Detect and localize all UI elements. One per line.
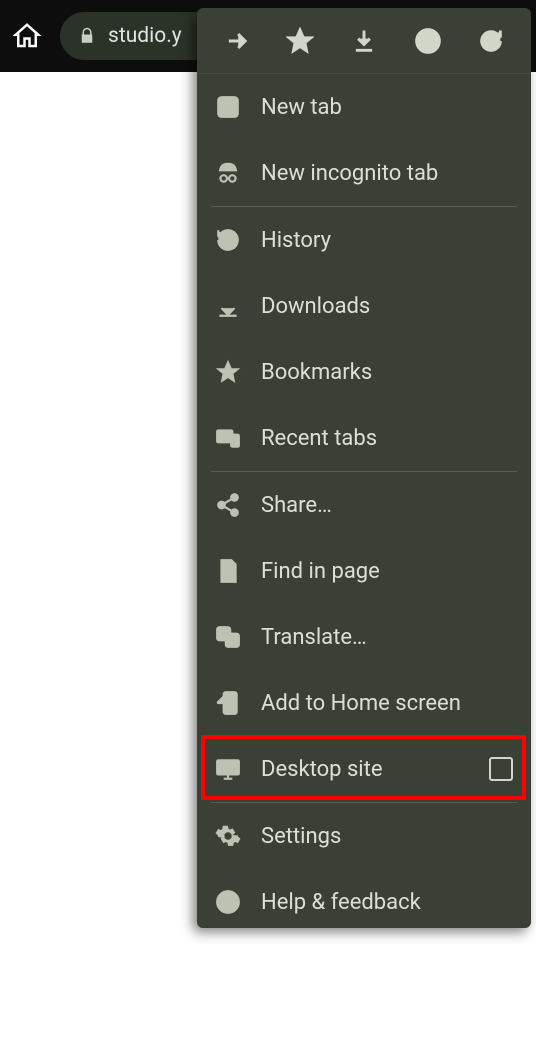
menu-item-new-tab[interactable]: New tab: [197, 74, 531, 140]
menu-item-share[interactable]: Share…: [197, 472, 531, 538]
svg-text:G: G: [220, 630, 226, 640]
menu-label: New tab: [261, 95, 342, 120]
menu-item-translate[interactable]: G Translate…: [197, 604, 531, 670]
download-button[interactable]: [347, 24, 381, 58]
menu-item-help[interactable]: Help & feedback: [197, 869, 531, 928]
menu-label: New incognito tab: [261, 161, 438, 186]
menu-item-recent-tabs[interactable]: Recent tabs: [197, 405, 531, 471]
bookmark-star-button[interactable]: [283, 24, 317, 58]
menu-label: Help & feedback: [261, 890, 421, 915]
menu-label: Recent tabs: [261, 426, 377, 451]
menu-label: Translate…: [261, 625, 367, 650]
share-icon: [215, 492, 241, 518]
gear-icon: [215, 823, 241, 849]
forward-button[interactable]: [220, 24, 254, 58]
menu-label: Add to Home screen: [261, 691, 461, 716]
menu-item-downloads[interactable]: Downloads: [197, 273, 531, 339]
incognito-icon: [215, 160, 241, 186]
menu-toolbar: [197, 8, 531, 74]
reload-button[interactable]: [474, 24, 508, 58]
menu-item-history[interactable]: History: [197, 207, 531, 273]
add-to-home-icon: [215, 690, 241, 716]
help-icon: [215, 889, 241, 915]
lock-icon: [78, 27, 96, 45]
downloads-icon: [215, 293, 241, 319]
menu-label: Desktop site: [261, 757, 383, 782]
menu-item-bookmarks[interactable]: Bookmarks: [197, 339, 531, 405]
menu-label: Downloads: [261, 294, 370, 319]
history-icon: [215, 227, 241, 253]
translate-icon: G: [215, 624, 241, 650]
menu-item-find-in-page[interactable]: Find in page: [197, 538, 531, 604]
find-in-page-icon: [215, 558, 241, 584]
info-button[interactable]: [411, 24, 445, 58]
menu-item-settings[interactable]: Settings: [197, 803, 531, 869]
star-filled-icon: [215, 359, 241, 385]
menu-item-desktop-site[interactable]: Desktop site: [197, 736, 531, 802]
menu-label: Find in page: [261, 559, 380, 584]
devices-icon: [215, 425, 241, 451]
menu-item-new-incognito-tab[interactable]: New incognito tab: [197, 140, 531, 206]
menu-label: Share…: [261, 493, 332, 518]
url-text: studio.y: [108, 24, 182, 48]
desktop-site-checkbox[interactable]: [489, 757, 513, 781]
chrome-menu-panel: New tab New incognito tab History Downlo…: [197, 8, 531, 928]
menu-item-add-to-home[interactable]: Add to Home screen: [197, 670, 531, 736]
home-icon[interactable]: [12, 21, 42, 51]
menu-label: History: [261, 228, 331, 253]
menu-label: Bookmarks: [261, 360, 372, 385]
plus-box-icon: [215, 94, 241, 120]
desktop-icon: [215, 756, 241, 782]
menu-label: Settings: [261, 824, 341, 849]
